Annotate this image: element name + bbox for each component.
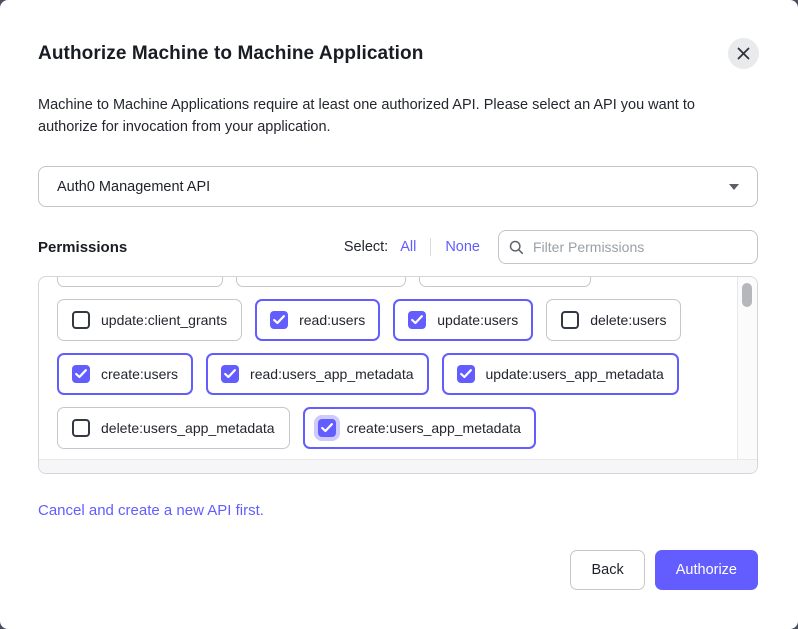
select-all-link[interactable]: All	[400, 239, 416, 255]
close-icon	[737, 47, 750, 60]
checkbox-checked[interactable]	[221, 365, 239, 383]
divider	[430, 238, 431, 256]
select-caption: Select:	[344, 239, 388, 255]
permission-chip-label: read:users_app_metadata	[250, 366, 413, 382]
permission-chip-delete:users[interactable]: delete:users	[546, 299, 681, 341]
permission-chip-read:users[interactable]: read:users	[255, 299, 380, 341]
permission-row	[57, 277, 738, 287]
page-title: Authorize Machine to Machine Application	[38, 43, 423, 65]
back-button[interactable]: Back	[570, 550, 644, 590]
permissions-scroll-area[interactable]: update:client_grants read:users update:use…	[38, 276, 758, 474]
permission-row: update:client_grants read:users update:use…	[57, 299, 738, 341]
permission-chip-label: read:users	[299, 312, 365, 328]
permission-chip[interactable]	[57, 277, 223, 287]
search-icon	[509, 240, 531, 255]
checkbox-checked[interactable]	[270, 311, 288, 329]
filter-permissions-input[interactable]	[531, 238, 747, 256]
permission-chip-label: update:users_app_metadata	[486, 366, 664, 382]
cancel-create-api-link[interactable]: Cancel and create a new API first.	[38, 502, 264, 519]
chevron-down-icon	[729, 184, 739, 190]
filter-permissions-box	[498, 230, 758, 264]
checkbox-unchecked[interactable]	[72, 419, 90, 437]
permission-chip-label: create:users_app_metadata	[347, 420, 521, 436]
close-button[interactable]	[728, 38, 759, 69]
api-select-value: Auth0 Management API	[57, 179, 210, 195]
permission-chip[interactable]	[236, 277, 406, 287]
permission-chip-label: delete:users_app_metadata	[101, 420, 275, 436]
permission-chip-label: update:users	[437, 312, 518, 328]
authorize-button[interactable]: Authorize	[655, 550, 758, 590]
authorize-modal: Authorize Machine to Machine Application…	[0, 0, 798, 629]
vertical-scrollbar-track[interactable]	[737, 277, 757, 460]
vertical-scrollbar-thumb[interactable]	[742, 283, 752, 307]
permission-row: create:users read:users_app_metadata updat…	[57, 353, 738, 395]
permission-chip-update:client_grants[interactable]: update:client_grants	[57, 299, 242, 341]
checkbox-checked[interactable]	[72, 365, 90, 383]
permissions-grid: update:client_grants read:users update:use…	[39, 277, 738, 460]
horizontal-scrollbar-track[interactable]	[39, 459, 757, 473]
permission-chip-create:users[interactable]: create:users	[57, 353, 193, 395]
permission-chip-update:users_app_metadata[interactable]: update:users_app_metadata	[442, 353, 679, 395]
permission-chip-label: create:users	[101, 366, 178, 382]
checkbox-checked[interactable]	[457, 365, 475, 383]
checkbox-checked[interactable]	[318, 419, 336, 437]
permission-chip-delete:users_app_metadata[interactable]: delete:users_app_metadata	[57, 407, 290, 449]
modal-description: Machine to Machine Applications require …	[38, 94, 728, 138]
permission-chip[interactable]	[419, 277, 591, 287]
api-select[interactable]: Auth0 Management API	[38, 166, 758, 207]
checkbox-unchecked[interactable]	[561, 311, 579, 329]
checkbox-unchecked[interactable]	[72, 311, 90, 329]
permission-chip-create:users_app_metadata[interactable]: create:users_app_metadata	[303, 407, 536, 449]
select-none-link[interactable]: None	[445, 239, 480, 255]
select-group: Select: All None	[344, 238, 480, 256]
permission-chip-read:users_app_metadata[interactable]: read:users_app_metadata	[206, 353, 428, 395]
action-buttons: Back Authorize	[570, 550, 758, 590]
permission-row: delete:users_app_metadata create:users_ap…	[57, 407, 738, 449]
checkbox-checked[interactable]	[408, 311, 426, 329]
permissions-toolbar: Permissions Select: All None	[38, 230, 758, 264]
permission-chip-update:users[interactable]: update:users	[393, 299, 533, 341]
permission-chip-label: update:client_grants	[101, 312, 227, 328]
permissions-label: Permissions	[38, 239, 127, 256]
permission-chip-label: delete:users	[590, 312, 666, 328]
